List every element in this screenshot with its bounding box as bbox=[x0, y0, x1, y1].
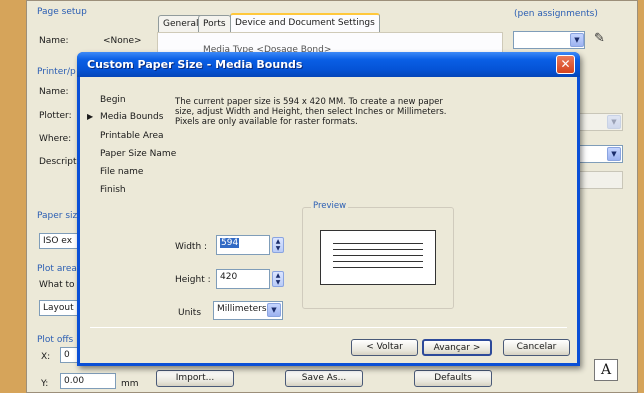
dialog-title: Custom Paper Size - Media Bounds bbox=[87, 58, 303, 71]
preview-line bbox=[333, 249, 423, 250]
spinner-arrows-icon[interactable]: ▲ ▼ bbox=[272, 271, 284, 287]
chevron-down-icon[interactable]: ▼ bbox=[570, 33, 584, 47]
paper-preview bbox=[320, 230, 436, 285]
page-setup-group-title: Page setup bbox=[37, 7, 87, 17]
preview-line bbox=[333, 243, 423, 244]
page-setup-name-value: <None> bbox=[103, 36, 142, 46]
step-finish: Finish bbox=[100, 185, 126, 195]
back-button[interactable]: < Voltar bbox=[351, 339, 418, 356]
edit-pen-icon[interactable]: ✎ bbox=[594, 31, 605, 46]
chevron-down-icon[interactable]: ▼ bbox=[267, 303, 281, 317]
tab-device-document-settings[interactable]: Device and Document Settings bbox=[230, 13, 380, 33]
triangle-right-icon: ▶ bbox=[87, 112, 94, 121]
preview-group: Preview bbox=[302, 201, 454, 309]
step-media-bounds: ▶ Media Bounds bbox=[87, 112, 164, 122]
preview-line bbox=[333, 267, 423, 268]
units-label: Units bbox=[178, 308, 202, 318]
close-icon[interactable]: ✕ bbox=[556, 55, 575, 74]
chevron-down-icon[interactable]: ▼ bbox=[607, 147, 621, 161]
where-label: Where: bbox=[39, 134, 72, 144]
printer-name-label: Name: bbox=[39, 87, 69, 97]
what-to-plot-label: What to bbox=[39, 280, 75, 290]
page-setup-name-label: Name: bbox=[39, 36, 69, 46]
plot-offset-unit: mm bbox=[121, 379, 139, 389]
plotter-label: Plotter: bbox=[39, 111, 72, 121]
dialog-separator bbox=[90, 327, 567, 328]
height-input[interactable]: 420 bbox=[216, 269, 270, 289]
step-file-name: File name bbox=[100, 167, 143, 177]
dialog-client-area: Begin ▶ Media Bounds Printable Area Pape… bbox=[80, 77, 577, 363]
save-as-button[interactable]: Save As... bbox=[285, 370, 363, 387]
preview-line bbox=[333, 261, 423, 262]
drawing-orientation-icon: A bbox=[594, 359, 618, 381]
plot-offset-x-label: X: bbox=[41, 352, 51, 362]
description-label: Descript bbox=[39, 157, 77, 167]
height-label: Height : bbox=[175, 275, 211, 285]
width-value: 594 bbox=[220, 238, 240, 248]
step-label: File name bbox=[100, 167, 144, 177]
width-label: Width : bbox=[175, 242, 208, 252]
defaults-button[interactable]: Defaults bbox=[414, 370, 492, 387]
plot-offset-y-input[interactable]: 0.00 bbox=[60, 373, 116, 389]
step-label: Paper Size Name bbox=[100, 149, 177, 159]
step-label: Printable Area bbox=[100, 131, 164, 141]
chevron-down-icon: ▼ bbox=[607, 115, 621, 129]
preview-line bbox=[333, 255, 423, 256]
step-description: The current paper size is 594 x 420 MM. … bbox=[175, 97, 447, 127]
plot-area-group-title: Plot area bbox=[37, 264, 77, 274]
step-label: Media Bounds bbox=[100, 112, 164, 122]
step-label: Finish bbox=[100, 185, 126, 195]
cancel-button[interactable]: Cancelar bbox=[503, 339, 570, 356]
plot-offset-y-label: Y: bbox=[41, 379, 49, 389]
step-label: Begin bbox=[100, 95, 126, 105]
import-button[interactable]: Import... bbox=[156, 370, 234, 387]
spinner-arrows-icon[interactable]: ▲ ▼ bbox=[272, 237, 284, 253]
width-input[interactable]: 594 bbox=[216, 235, 270, 255]
printer-group-title: Printer/p bbox=[37, 67, 76, 77]
preview-label: Preview bbox=[311, 201, 349, 211]
step-begin: Begin bbox=[100, 95, 126, 105]
pen-assignments-title: (pen assignments) bbox=[514, 9, 598, 19]
paper-size-group-title: Paper siz bbox=[37, 211, 78, 221]
dialog-title-bar[interactable]: Custom Paper Size - Media Bounds ✕ bbox=[77, 52, 580, 77]
plot-offset-group-title: Plot offs bbox=[37, 335, 74, 345]
next-button[interactable]: Avançar > bbox=[422, 339, 492, 356]
step-printable-area: Printable Area bbox=[100, 131, 164, 141]
step-paper-size-name: Paper Size Name bbox=[100, 149, 176, 159]
custom-paper-size-dialog: Custom Paper Size - Media Bounds ✕ Begin… bbox=[77, 52, 580, 366]
tab-general[interactable]: General bbox=[158, 15, 204, 32]
tab-ports[interactable]: Ports bbox=[198, 15, 231, 32]
